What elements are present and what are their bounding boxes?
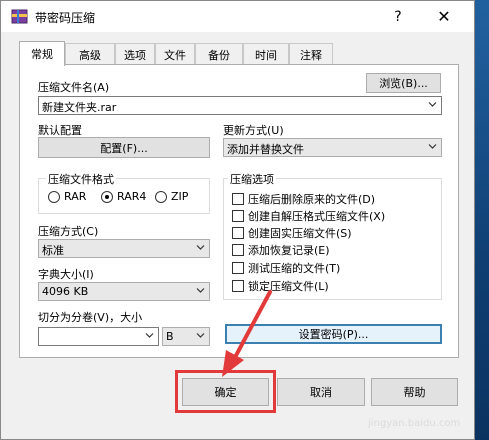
radio-circle (155, 190, 167, 203)
winrar-icon (11, 9, 28, 24)
option-label: 锁定压缩文件(L) (248, 280, 329, 293)
chevron-down-icon (145, 333, 154, 338)
archive-name-value: 新建文件夹.rar (42, 101, 117, 114)
checkbox (232, 262, 244, 274)
dict-select[interactable]: 4096 KB (38, 282, 210, 301)
method-select[interactable]: 标准 (38, 239, 210, 258)
window-title: 带密码压缩 (35, 11, 96, 25)
ok-highlight-box (175, 370, 276, 413)
default-profile-label: 默认配置 (38, 124, 82, 137)
set-password-button[interactable]: 设置密码(P)... (225, 324, 442, 344)
browse-button[interactable]: 浏览(B)... (366, 73, 441, 93)
option-recovery[interactable]: 添加恢复记录(E) (232, 242, 330, 258)
option-solid[interactable]: 创建固实压缩文件(S) (232, 225, 352, 241)
archive-name-label: 压缩文件名(A) (38, 81, 110, 94)
tab-advanced[interactable]: 高级 (65, 43, 115, 65)
checkbox (232, 280, 244, 292)
profile-button[interactable]: 配置(F)... (38, 137, 210, 158)
options-group-label: 压缩选项 (228, 171, 276, 187)
tab-time[interactable]: 时间 (243, 43, 289, 65)
format-zip-label: ZIP (171, 190, 189, 203)
option-lock[interactable]: 锁定压缩文件(L) (232, 278, 329, 294)
option-label: 添加恢复记录(E) (248, 244, 330, 257)
format-zip-radio[interactable]: ZIP (155, 190, 188, 203)
option-label: 压缩后删除原来的文件(D) (248, 193, 376, 206)
dict-label: 字典大小(I) (38, 268, 94, 281)
radio-circle-selected (101, 190, 113, 203)
help-title-button[interactable]: ? (375, 1, 421, 32)
chevron-down-icon (196, 333, 205, 338)
chevron-down-icon (428, 102, 437, 107)
help-button[interactable]: 帮助 (371, 378, 458, 406)
option-label: 创建自解压格式压缩文件(X) (248, 210, 386, 223)
option-label: 测试压缩的文件(T) (248, 262, 341, 275)
dict-value: 4096 KB (42, 285, 89, 298)
radio-circle (48, 190, 60, 203)
tab-comment[interactable]: 注释 (289, 43, 333, 65)
tab-backup[interactable]: 备份 (195, 43, 243, 65)
update-mode-label: 更新方式(U) (223, 124, 284, 137)
format-group-label: 压缩文件格式 (46, 171, 116, 187)
option-delete-after[interactable]: 压缩后删除原来的文件(D) (232, 191, 375, 207)
split-unit-value: B (166, 330, 174, 343)
method-value: 标准 (42, 244, 64, 257)
tab-options[interactable]: 选项 (115, 43, 155, 65)
update-mode-select[interactable]: 添加并替换文件 (223, 138, 442, 157)
chevron-down-icon (196, 288, 205, 293)
split-unit-select[interactable]: B (162, 327, 210, 346)
general-panel: 压缩文件名(A) 浏览(B)... 新建文件夹.rar 默认配置 配置(F)..… (19, 64, 459, 358)
tab-files[interactable]: 文件 (155, 43, 195, 65)
checkbox (232, 193, 244, 205)
method-label: 压缩方式(C) (38, 225, 99, 238)
format-rar4-label: RAR4 (117, 190, 147, 203)
cancel-button[interactable]: 取消 (277, 378, 365, 406)
dialog-window: 带密码压缩 ? ✕ 常规 高级 选项 文件 备份 时间 注释 压缩文件名(A) … (0, 0, 475, 440)
checkbox (232, 244, 244, 256)
format-rar4-radio[interactable]: RAR4 (101, 190, 146, 203)
split-size-combo[interactable] (38, 327, 159, 346)
archive-name-combo[interactable]: 新建文件夹.rar (38, 96, 442, 115)
format-rar-label: RAR (64, 190, 87, 203)
format-rar-radio[interactable]: RAR (48, 190, 86, 203)
close-button[interactable]: ✕ (421, 1, 467, 32)
title-bar: 带密码压缩 ? ✕ (1, 1, 474, 32)
option-label: 创建固实压缩文件(S) (248, 227, 352, 240)
option-test[interactable]: 测试压缩的文件(T) (232, 260, 340, 276)
option-sfx[interactable]: 创建自解压格式压缩文件(X) (232, 208, 385, 224)
chevron-down-icon (196, 245, 205, 250)
checkbox (232, 227, 244, 239)
watermark-text: jingyan.baidu.com (368, 418, 461, 429)
checkbox (232, 210, 244, 222)
chevron-down-icon (428, 144, 437, 149)
tab-general[interactable]: 常规 (19, 41, 65, 66)
update-mode-value: 添加并替换文件 (227, 143, 304, 156)
split-label: 切分为分卷(V)，大小 (38, 311, 143, 324)
